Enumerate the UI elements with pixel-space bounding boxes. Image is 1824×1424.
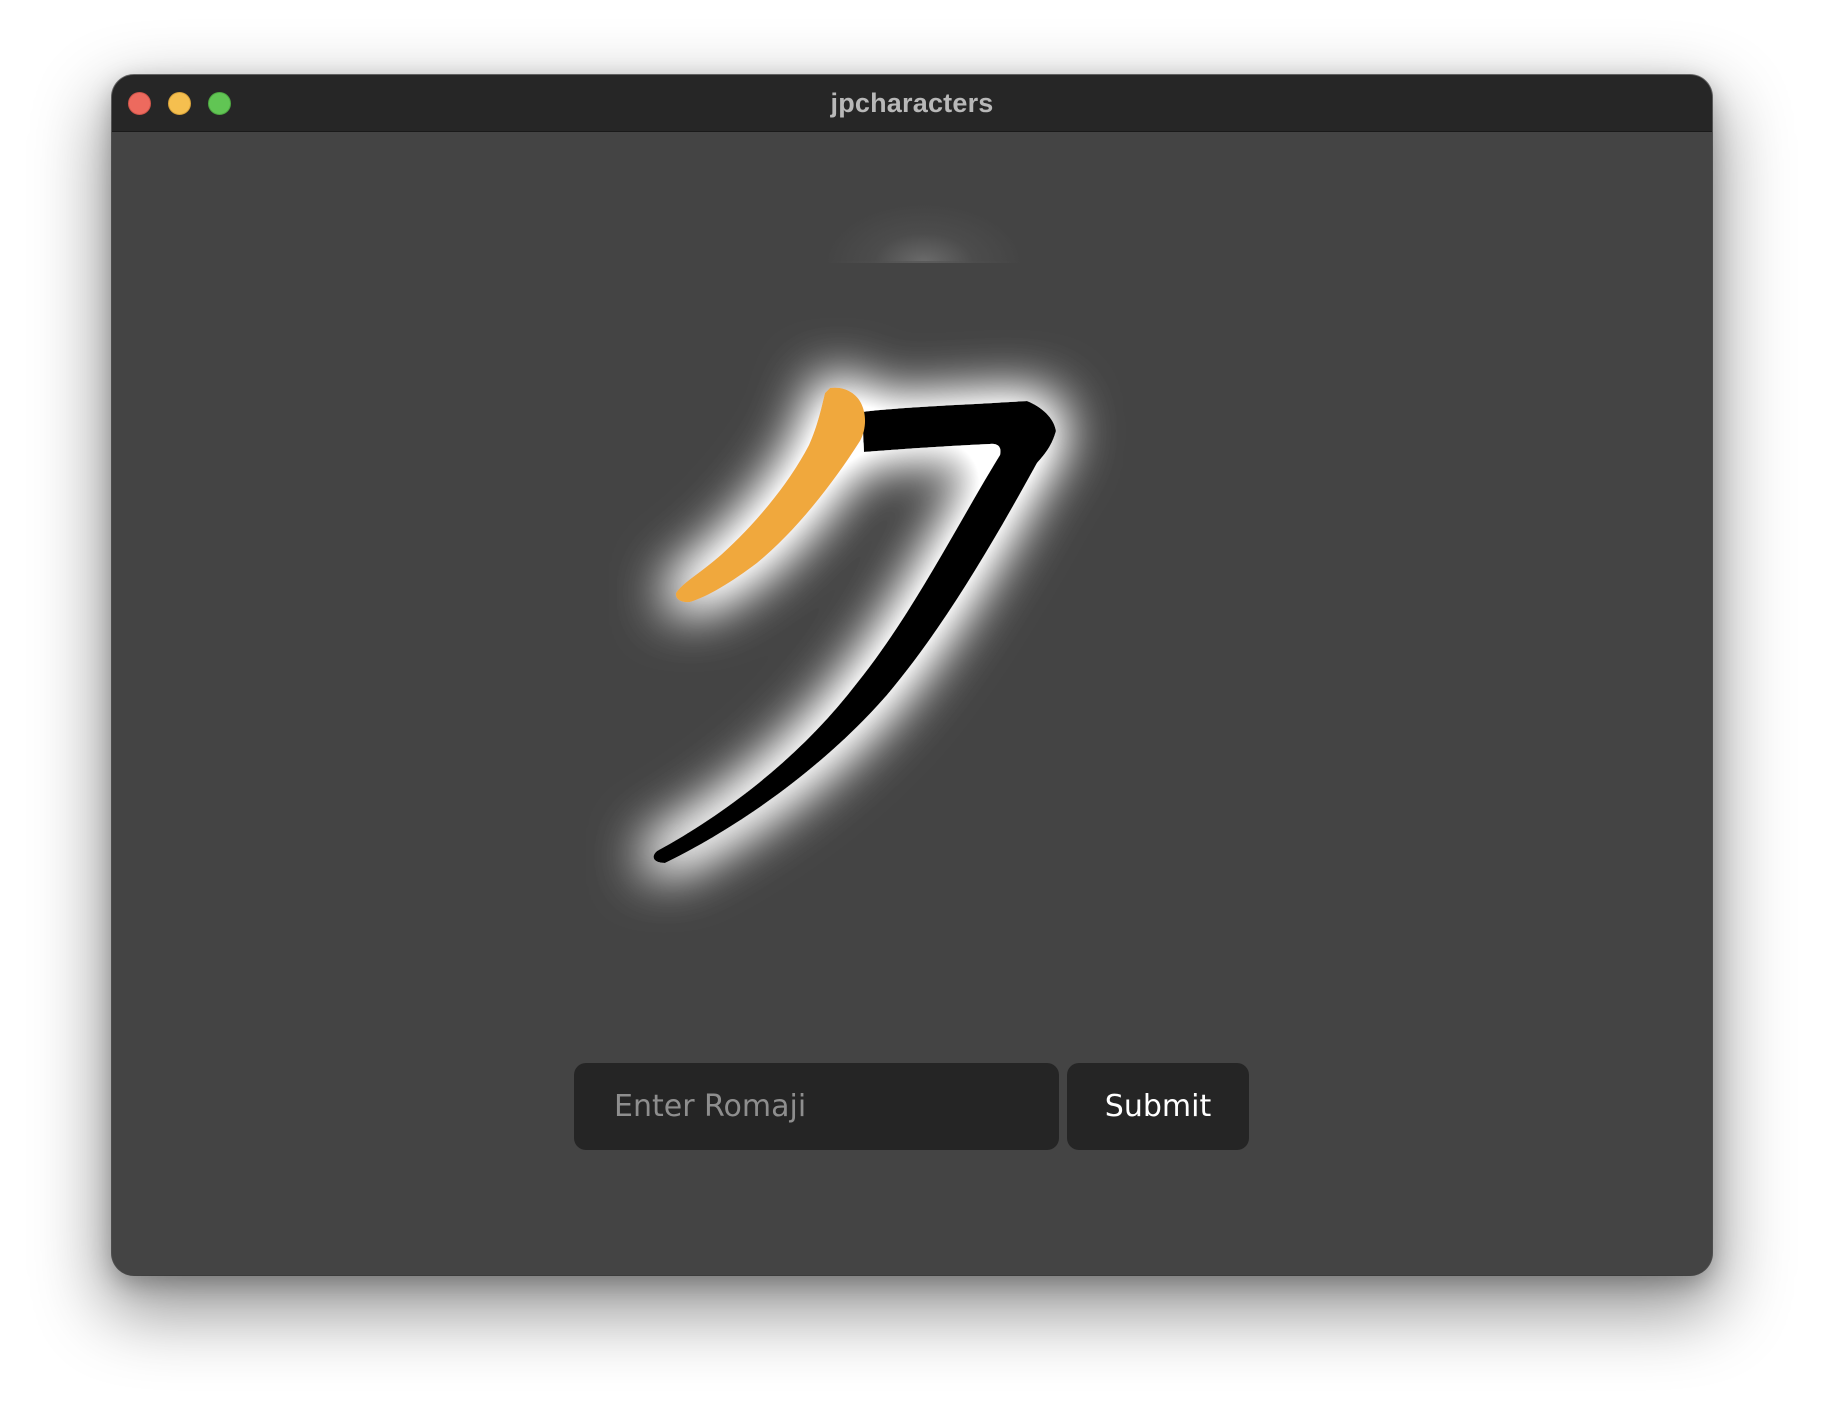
- romaji-input[interactable]: [574, 1063, 1059, 1150]
- character-stroke-1: [675, 387, 866, 603]
- app-window: jpcharacters Enter Romaji Submit: [112, 75, 1712, 1275]
- character-stroke-2: [653, 401, 1056, 863]
- submit-button[interactable]: Submit: [1067, 1063, 1249, 1150]
- romaji-input-container: [574, 1063, 1059, 1150]
